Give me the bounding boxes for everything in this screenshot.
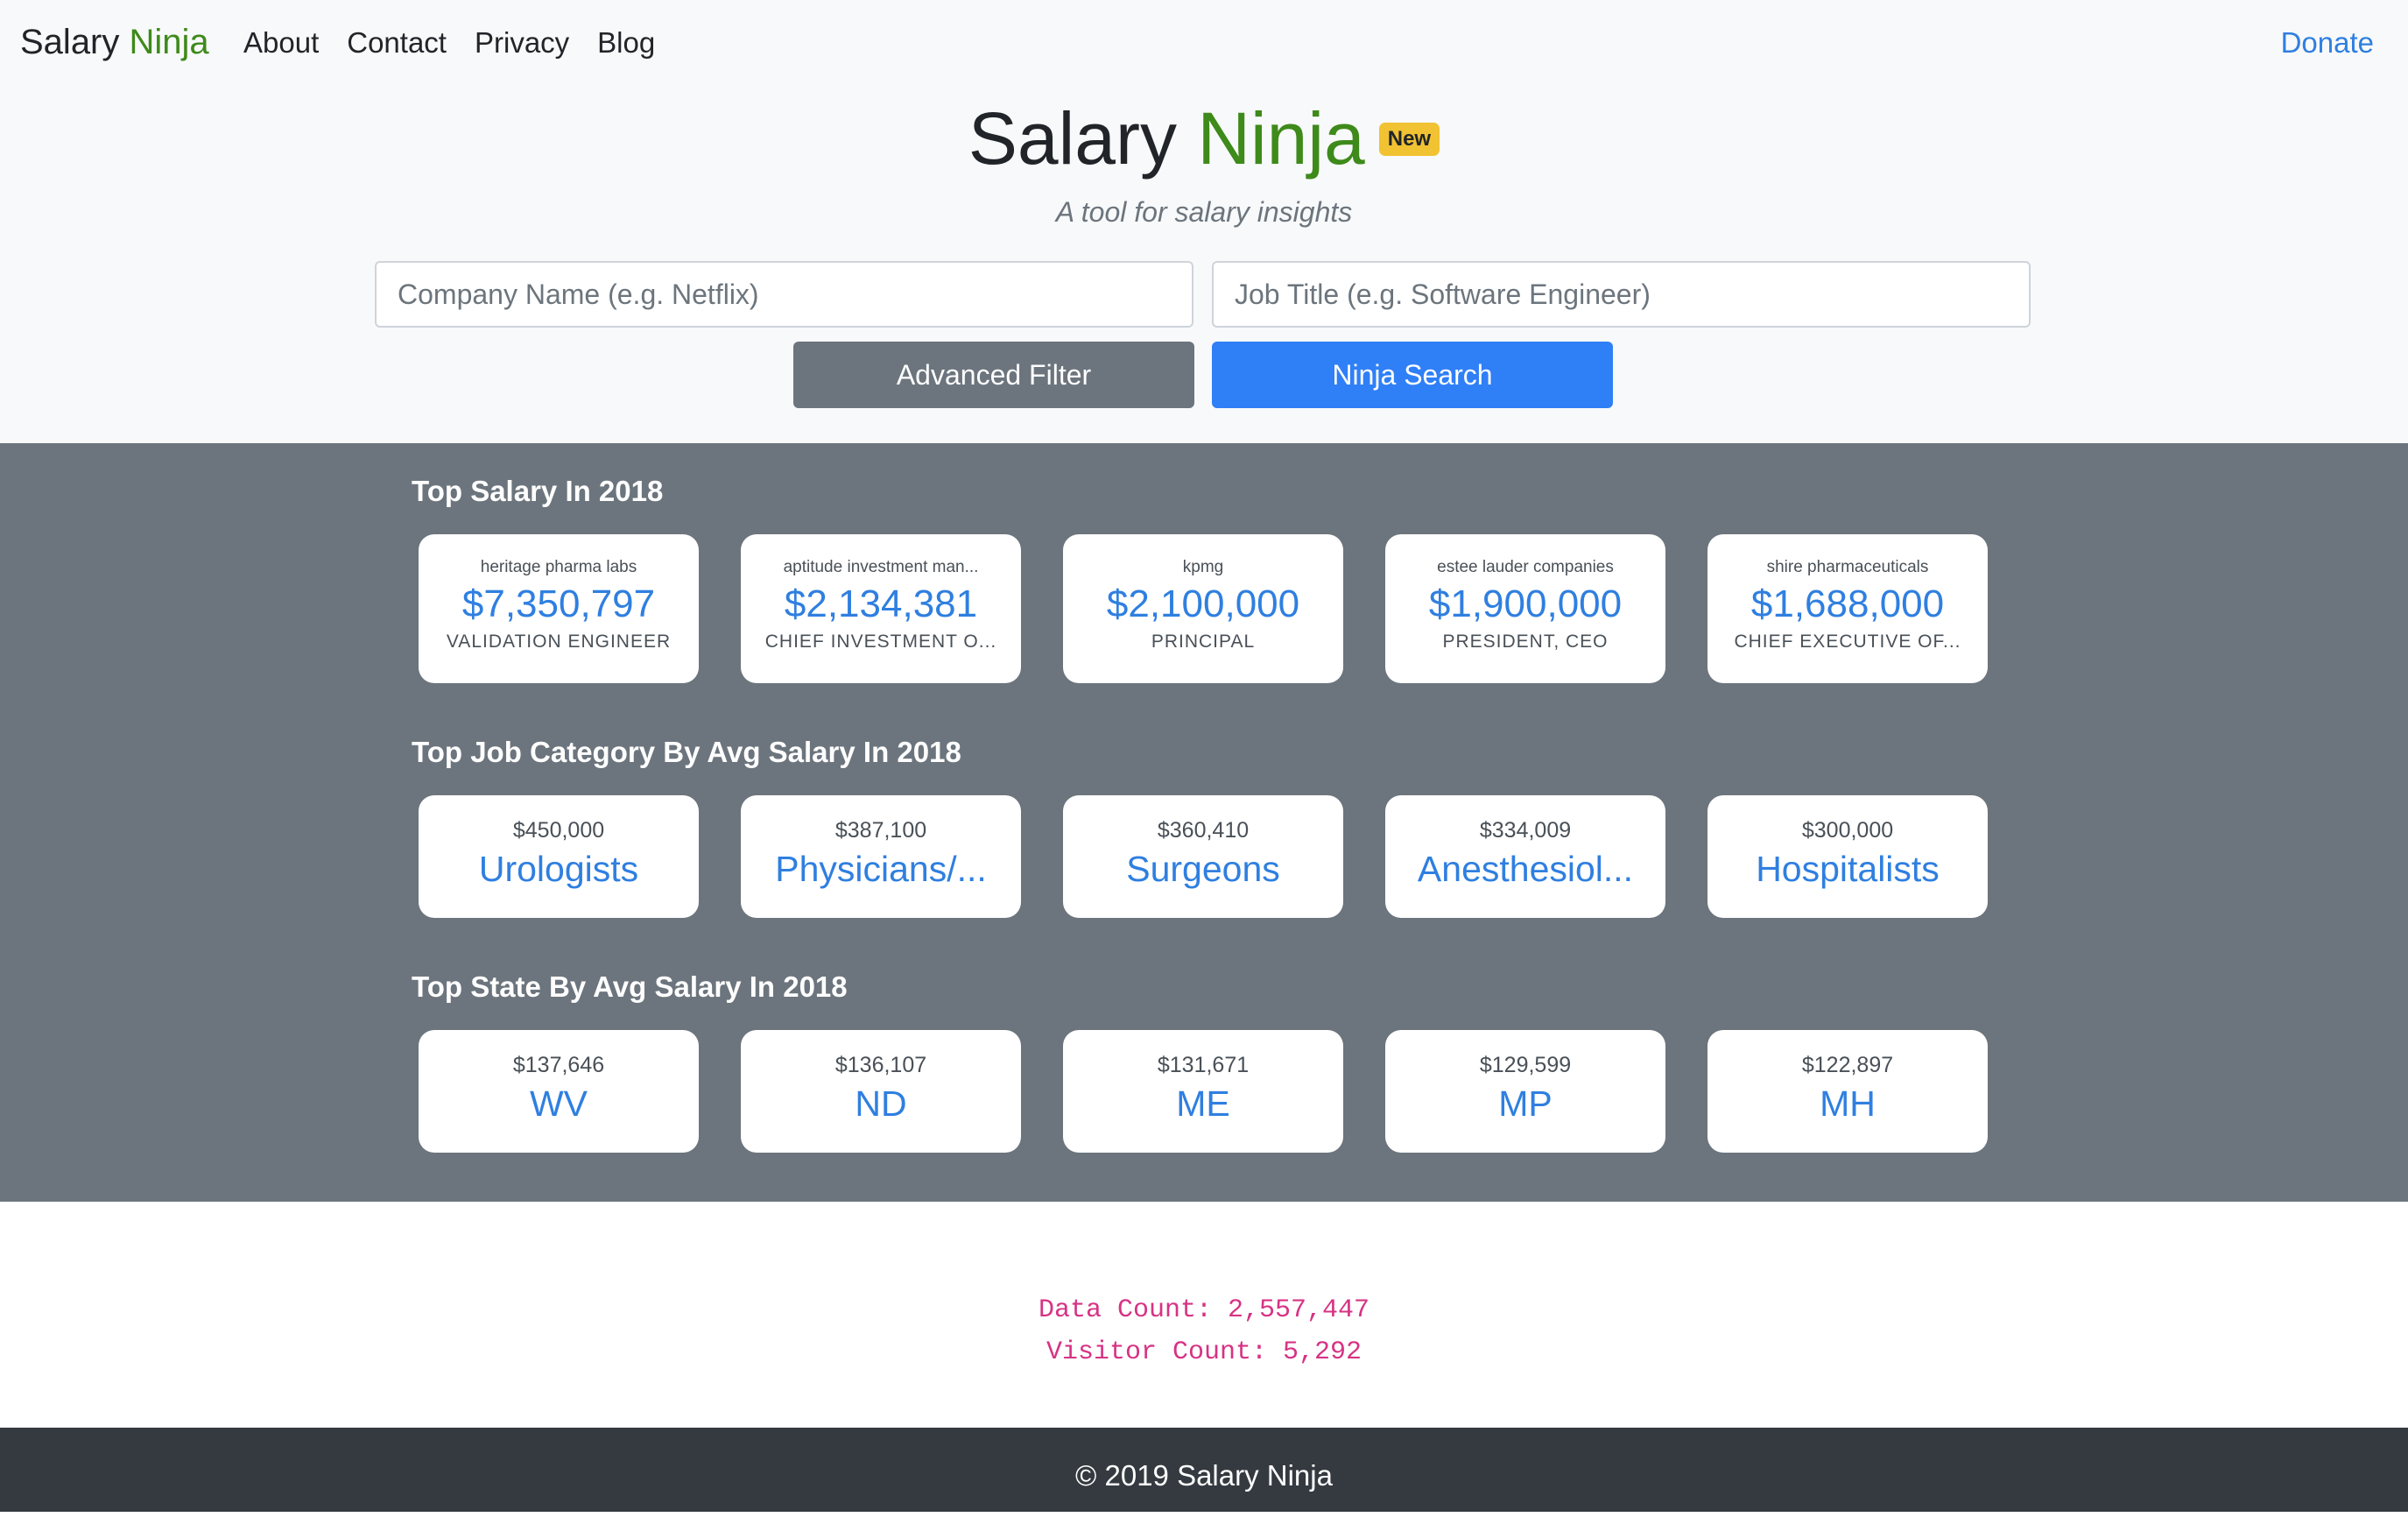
donate-link[interactable]: Donate [2281, 26, 2374, 60]
salary-card-company: estee lauder companies [1437, 558, 1614, 576]
category-card[interactable]: $334,009 Anesthesiol... [1385, 795, 1665, 918]
salary-card-amount: $2,134,381 [784, 582, 978, 625]
salary-card-amount: $1,900,000 [1428, 582, 1623, 625]
category-card[interactable]: $387,100 Physicians/... [741, 795, 1021, 918]
brand-text: Salary [20, 23, 120, 61]
nav-link-blog[interactable]: Blog [597, 26, 655, 60]
new-badge: New [1378, 123, 1440, 156]
state-card-label: WV [529, 1083, 588, 1124]
salary-card-amount: $2,100,000 [1106, 582, 1300, 625]
salary-card-role: PRINCIPAL [1151, 631, 1256, 652]
salary-card-amount: $1,688,000 [1750, 582, 1945, 625]
nav-link-privacy[interactable]: Privacy [475, 26, 569, 60]
state-card-label: MP [1498, 1083, 1553, 1124]
data-count: Data Count: 2,557,447 [1038, 1295, 1370, 1325]
state-card[interactable]: $129,599 MP [1385, 1030, 1665, 1153]
salary-card-company: shire pharmaceuticals [1766, 558, 1929, 576]
nav-link-contact[interactable]: Contact [347, 26, 447, 60]
salary-card-company: kpmg [1182, 558, 1224, 576]
navbar: Salary Ninja About Contact Privacy Blog … [0, 0, 2408, 88]
state-card[interactable]: $131,671 ME [1063, 1030, 1343, 1153]
title-text: Salary [968, 97, 1177, 180]
category-card-label: Hospitalists [1756, 849, 1940, 889]
company-name-input[interactable] [375, 261, 1193, 328]
salary-card-role: CHIEF EXECUTIVE OF... [1734, 631, 1961, 652]
salary-card-company: heritage pharma labs [480, 558, 637, 576]
job-title-input[interactable] [1212, 261, 2031, 328]
category-card[interactable]: $360,410 Surgeons [1063, 795, 1343, 918]
category-card[interactable]: $300,000 Hospitalists [1707, 795, 1988, 918]
category-card-label: Surgeons [1126, 849, 1280, 889]
state-card[interactable]: $136,107 ND [741, 1030, 1021, 1153]
footer-copyright: © 2019 Salary Ninja [1075, 1459, 1333, 1492]
salary-card[interactable]: estee lauder companies $1,900,000 PRESID… [1385, 534, 1665, 683]
state-card-avg: $122,897 [1801, 1053, 1894, 1077]
top-state-title: Top State By Avg Salary In 2018 [412, 970, 848, 1003]
salary-card-company: aptitude investment man... [783, 558, 979, 576]
salary-card-role: PRESIDENT, CEO [1442, 631, 1609, 652]
state-card-avg: $129,599 [1479, 1053, 1572, 1077]
salary-card[interactable]: heritage pharma labs $7,350,797 VALIDATI… [419, 534, 699, 683]
category-card-avg: $300,000 [1801, 818, 1894, 843]
state-card-label: MH [1820, 1083, 1876, 1124]
nav-links: About Contact Privacy Blog [243, 26, 683, 60]
salary-card-role: VALIDATION ENGINEER [446, 631, 672, 652]
salary-card[interactable]: kpmg $2,100,000 PRINCIPAL [1063, 534, 1343, 683]
category-card-label: Physicians/... [775, 849, 987, 889]
state-card[interactable]: $122,897 MH [1707, 1030, 1988, 1153]
ninja-search-button[interactable]: Ninja Search [1212, 342, 1613, 408]
category-card-avg: $450,000 [512, 818, 605, 843]
state-card[interactable]: $137,646 WV [419, 1030, 699, 1153]
top-salary-cards: heritage pharma labs $7,350,797 VALIDATI… [419, 534, 2030, 683]
category-card-label: Anesthesiol... [1417, 849, 1634, 889]
top-category-title: Top Job Category By Avg Salary In 2018 [412, 736, 961, 768]
brand-accent-text: Ninja [129, 23, 209, 61]
brand-logo[interactable]: Salary Ninja [20, 23, 209, 62]
category-card-avg: $334,009 [1479, 818, 1572, 843]
state-card-avg: $136,107 [834, 1053, 927, 1077]
category-card-avg: $360,410 [1157, 818, 1250, 843]
page-title: Salary Ninja New [0, 96, 2408, 181]
top-category-cards: $450,000 Urologists $387,100 Physicians/… [419, 795, 2030, 918]
top-state-cards: $137,646 WV $136,107 ND $131,671 ME $129… [419, 1030, 2030, 1153]
title-accent-text: Ninja [1197, 97, 1365, 180]
state-card-label: ME [1176, 1083, 1230, 1124]
footer: © 2019 Salary Ninja [0, 1428, 2408, 1512]
category-card-label: Urologists [478, 849, 639, 889]
hero-section: Salary Ninja New A tool for salary insigh… [0, 88, 2408, 443]
page-subtitle: A tool for salary insights [1055, 196, 1353, 228]
category-card-avg: $387,100 [834, 818, 927, 843]
counts: Data Count: 2,557,447 Visitor Count: 5,2… [0, 1289, 2408, 1373]
advanced-filter-button[interactable]: Advanced Filter [793, 342, 1194, 408]
category-card[interactable]: $450,000 Urologists [419, 795, 699, 918]
nav-link-about[interactable]: About [243, 26, 319, 60]
top-salary-title: Top Salary In 2018 [412, 475, 664, 507]
state-card-avg: $137,646 [512, 1053, 605, 1077]
state-card-label: ND [855, 1083, 907, 1124]
visitor-count: Visitor Count: 5,292 [1046, 1337, 1362, 1367]
state-card-avg: $131,671 [1157, 1053, 1250, 1077]
stats-section: Top Salary In 2018 heritage pharma labs … [0, 443, 2408, 1202]
salary-card[interactable]: aptitude investment man... $2,134,381 CH… [741, 534, 1021, 683]
salary-card-role: CHIEF INVESTMENT O... [764, 631, 997, 652]
salary-card[interactable]: shire pharmaceuticals $1,688,000 CHIEF E… [1707, 534, 1988, 683]
salary-card-amount: $7,350,797 [461, 582, 656, 625]
